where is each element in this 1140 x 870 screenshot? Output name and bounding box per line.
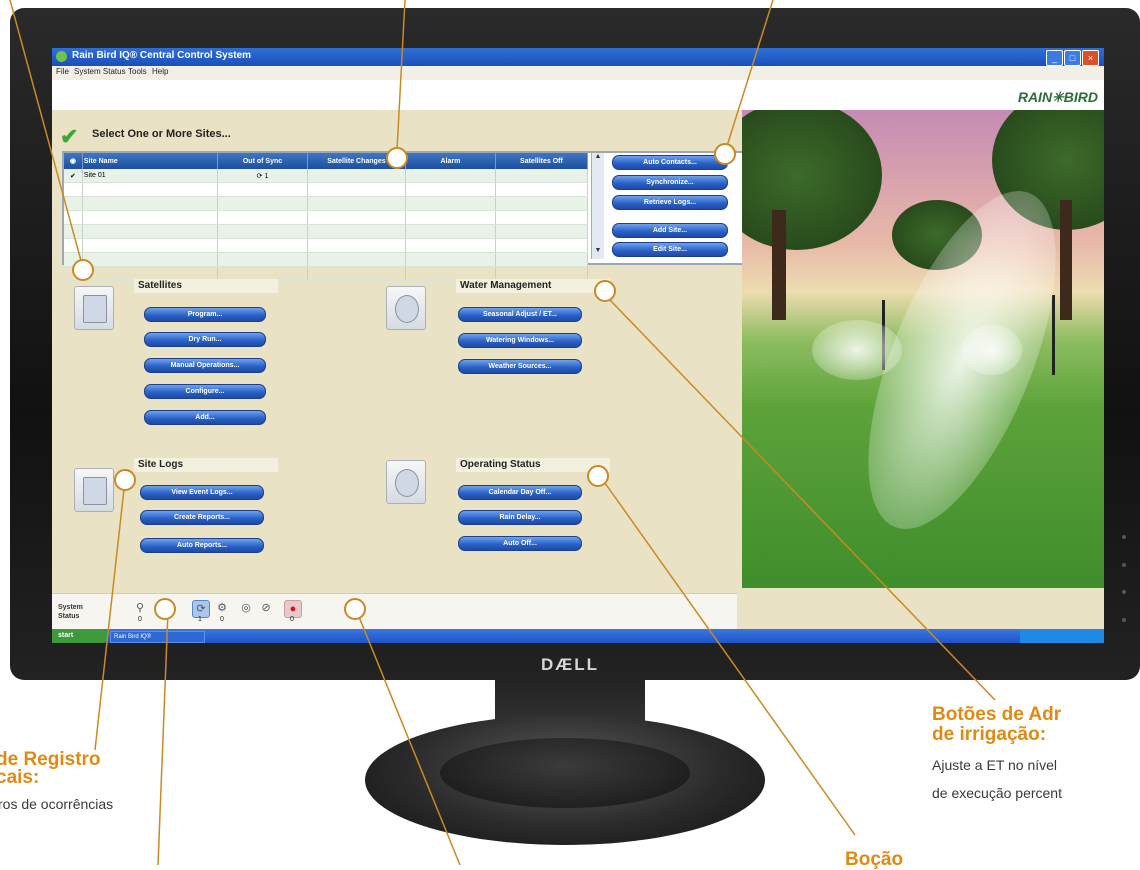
callout-marker	[714, 143, 736, 165]
callout-line	[396, 0, 406, 151]
callout-marker	[587, 465, 609, 487]
logs-callout-title-2: cais:	[0, 767, 40, 788]
callout-line	[726, 0, 774, 147]
callout-line	[599, 475, 856, 836]
bottom-callout-fragment: Boção	[845, 849, 904, 870]
callout-line	[157, 610, 169, 865]
admin-callout-title-1: Botões de Adr	[932, 704, 1062, 725]
admin-callout-title-2: de irrigação:	[932, 724, 1047, 745]
admin-callout-text-1: Ajuste a ET no nível	[932, 757, 1058, 773]
callout-marker	[386, 147, 408, 169]
callout-marker	[72, 259, 94, 281]
callout-marker	[344, 598, 366, 620]
admin-callout-text-2: de execução percent	[932, 785, 1062, 801]
callout-marker	[594, 280, 616, 302]
callout-line	[356, 611, 461, 865]
callout-marker	[114, 469, 136, 491]
callout-line	[9, 0, 84, 269]
logs-callout-text: ros de ocorrências	[0, 796, 114, 812]
callout-line	[609, 299, 996, 701]
callout-marker	[154, 598, 176, 620]
callout-line	[94, 479, 126, 751]
